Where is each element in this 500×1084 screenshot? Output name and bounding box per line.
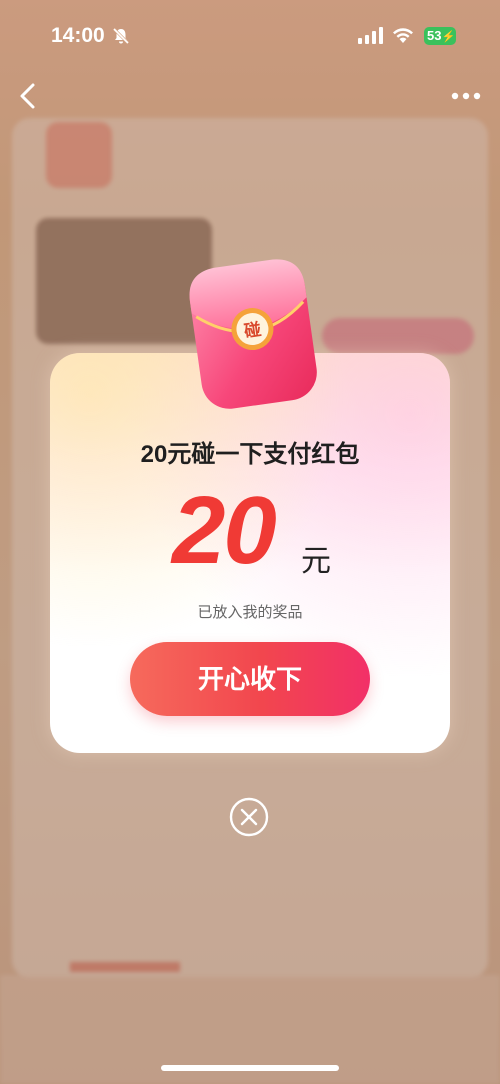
wifi-icon bbox=[393, 28, 413, 43]
battery-level: 53 bbox=[427, 28, 442, 43]
modal-subtitle: 已放入我的奖品 bbox=[197, 604, 303, 621]
close-circle-icon[interactable] bbox=[229, 797, 269, 837]
more-dots-icon[interactable] bbox=[451, 92, 481, 100]
red-envelope-icon: 碰 bbox=[189, 259, 317, 409]
modal-title: 20元碰一下支付红包 bbox=[140, 441, 360, 468]
accept-button[interactable]: 开心收下 bbox=[130, 642, 370, 716]
reward-amount: 20 bbox=[172, 477, 277, 584]
envelope-badge-text: 碰 bbox=[243, 319, 263, 342]
signal-icon bbox=[358, 27, 383, 44]
status-time: 14:00 bbox=[51, 24, 105, 47]
battery-icon: 53⚡ bbox=[424, 27, 456, 45]
back-chevron-icon[interactable] bbox=[16, 82, 40, 110]
home-indicator[interactable] bbox=[161, 1065, 339, 1071]
status-bar: 14:00 53⚡ bbox=[0, 0, 500, 74]
reward-unit: 元 bbox=[301, 545, 331, 578]
bell-muted-icon bbox=[112, 27, 130, 45]
